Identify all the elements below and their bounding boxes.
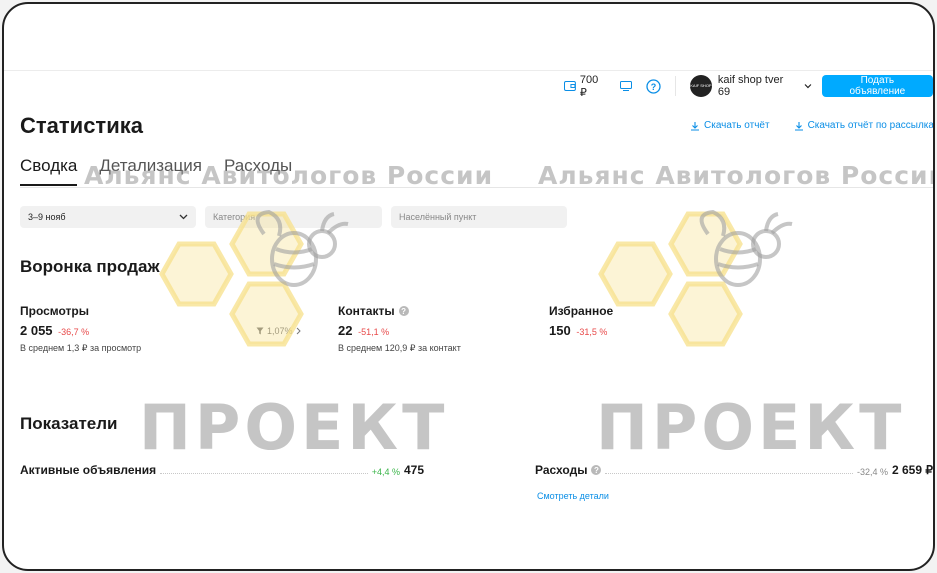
download-icon <box>691 121 699 131</box>
help-icon[interactable]: ? <box>646 78 661 94</box>
svg-text:?: ? <box>651 82 657 92</box>
expenses-label: Расходы <box>535 463 588 477</box>
page-title: Статистика <box>20 113 143 138</box>
avatar: KAIF SHOP <box>690 75 712 97</box>
promo-icon[interactable] <box>620 81 633 91</box>
expenses-row[interactable]: Расходы ? -32,4 % 2 659 ₽ <box>535 463 933 477</box>
download-mailing-report-link[interactable]: Скачать отчёт по рассылкам <box>794 120 933 131</box>
top-divider <box>4 70 933 71</box>
conversion-badge[interactable]: 1,07% <box>256 326 301 336</box>
dotted-leader <box>605 473 853 474</box>
expenses-delta: -32,4 % <box>856 467 888 477</box>
city-input[interactable]: Населённый пункт <box>391 206 567 228</box>
balance-amount: 700 ₽ <box>579 73 599 99</box>
info-icon[interactable]: ? <box>591 465 602 475</box>
tabs: Сводка Детализация Расходы <box>20 156 292 186</box>
views-metric: Просмотры 2 055 -36,7 % В среднем 1,3 ₽ … <box>20 304 141 354</box>
chevron-down-icon <box>179 214 188 220</box>
download-icon <box>794 121 803 131</box>
chevron-right-icon <box>296 327 301 335</box>
post-ad-button[interactable]: Подать объявление <box>821 75 933 97</box>
funnel-title: Воронка продаж <box>20 257 160 276</box>
watermark-project-text: ПРОЕКТ <box>139 391 449 464</box>
contacts-metric: Контакты ? 22 -51,1 % В среднем 120,9 ₽ … <box>338 304 461 354</box>
chevron-down-icon <box>804 84 812 89</box>
views-note: В среднем 1,3 ₽ за просмотр <box>20 343 142 353</box>
wallet-icon <box>564 81 576 91</box>
contacts-delta: -51,1 % <box>358 327 390 337</box>
favorites-label: Избранное <box>549 304 614 318</box>
watermark-project-text: ПРОЕКТ <box>596 391 906 464</box>
category-input[interactable]: Категория <box>205 206 382 228</box>
user-name: kaif shop tver 69 <box>717 74 784 98</box>
category-placeholder: Категория <box>213 212 256 222</box>
tab-summary[interactable]: Сводка <box>20 156 78 186</box>
honeycomb-bee-logo <box>598 209 793 347</box>
contacts-label: Контакты <box>338 304 395 318</box>
period-value: 3–9 нояб <box>28 212 66 222</box>
active-ads-value: 475 <box>403 463 424 477</box>
wallet-balance[interactable]: 700 ₽ <box>564 74 608 99</box>
views-delta: -36,7 % <box>58 327 90 337</box>
favorites-delta: -31,5 % <box>576 327 608 337</box>
period-select[interactable]: 3–9 нояб <box>20 206 196 228</box>
views-value-row: 2 055 -36,7 % <box>20 323 141 338</box>
report-links: Скачать отчёт Скачать отчёт по рассылкам <box>690 120 933 131</box>
tabs-divider <box>20 187 933 188</box>
city-placeholder: Населённый пункт <box>399 212 477 222</box>
header-separator <box>675 76 677 96</box>
info-icon[interactable]: ? <box>398 306 409 316</box>
contacts-label-row: Контакты ? <box>338 304 461 318</box>
header-bar: 700 ₽ ? KAIF SHOP kaif shop tver 69 Пода… <box>564 74 933 99</box>
conversion-value: 1,07% <box>267 326 293 336</box>
active-ads-row[interactable]: Активные объявления +4,4 % 475 <box>20 463 424 477</box>
dotted-leader <box>160 473 368 474</box>
filter-icon <box>256 327 264 335</box>
tab-details[interactable]: Детализация <box>99 156 202 186</box>
user-menu[interactable]: KAIF SHOP kaif shop tver 69 <box>690 74 812 98</box>
tab-expenses[interactable]: Расходы <box>224 156 292 186</box>
contacts-note: В среднем 120,9 ₽ за контакт <box>338 343 461 353</box>
views-value: 2 055 <box>20 323 53 338</box>
download-report-link[interactable]: Скачать отчёт <box>690 120 770 131</box>
active-ads-label: Активные объявления <box>20 463 157 477</box>
app-window: 700 ₽ ? KAIF SHOP kaif shop tver 69 Пода… <box>2 2 935 571</box>
expenses-value: 2 659 ₽ <box>892 463 933 477</box>
favorites-metric: Избранное 150 -31,5 % <box>549 304 613 338</box>
contacts-value: 22 <box>338 323 353 338</box>
contacts-value-row: 22 -51,1 % <box>338 323 461 338</box>
indicators-title: Показатели <box>20 414 118 433</box>
watermark-alliance-text: Альянс Авитологов России <box>538 161 935 190</box>
favorites-value: 150 <box>549 323 571 338</box>
active-ads-delta: +4,4 % <box>371 467 400 477</box>
view-details-link[interactable]: Смотреть детали <box>537 491 609 501</box>
favorites-value-row: 150 -31,5 % <box>549 323 613 338</box>
views-label: Просмотры <box>20 304 90 318</box>
